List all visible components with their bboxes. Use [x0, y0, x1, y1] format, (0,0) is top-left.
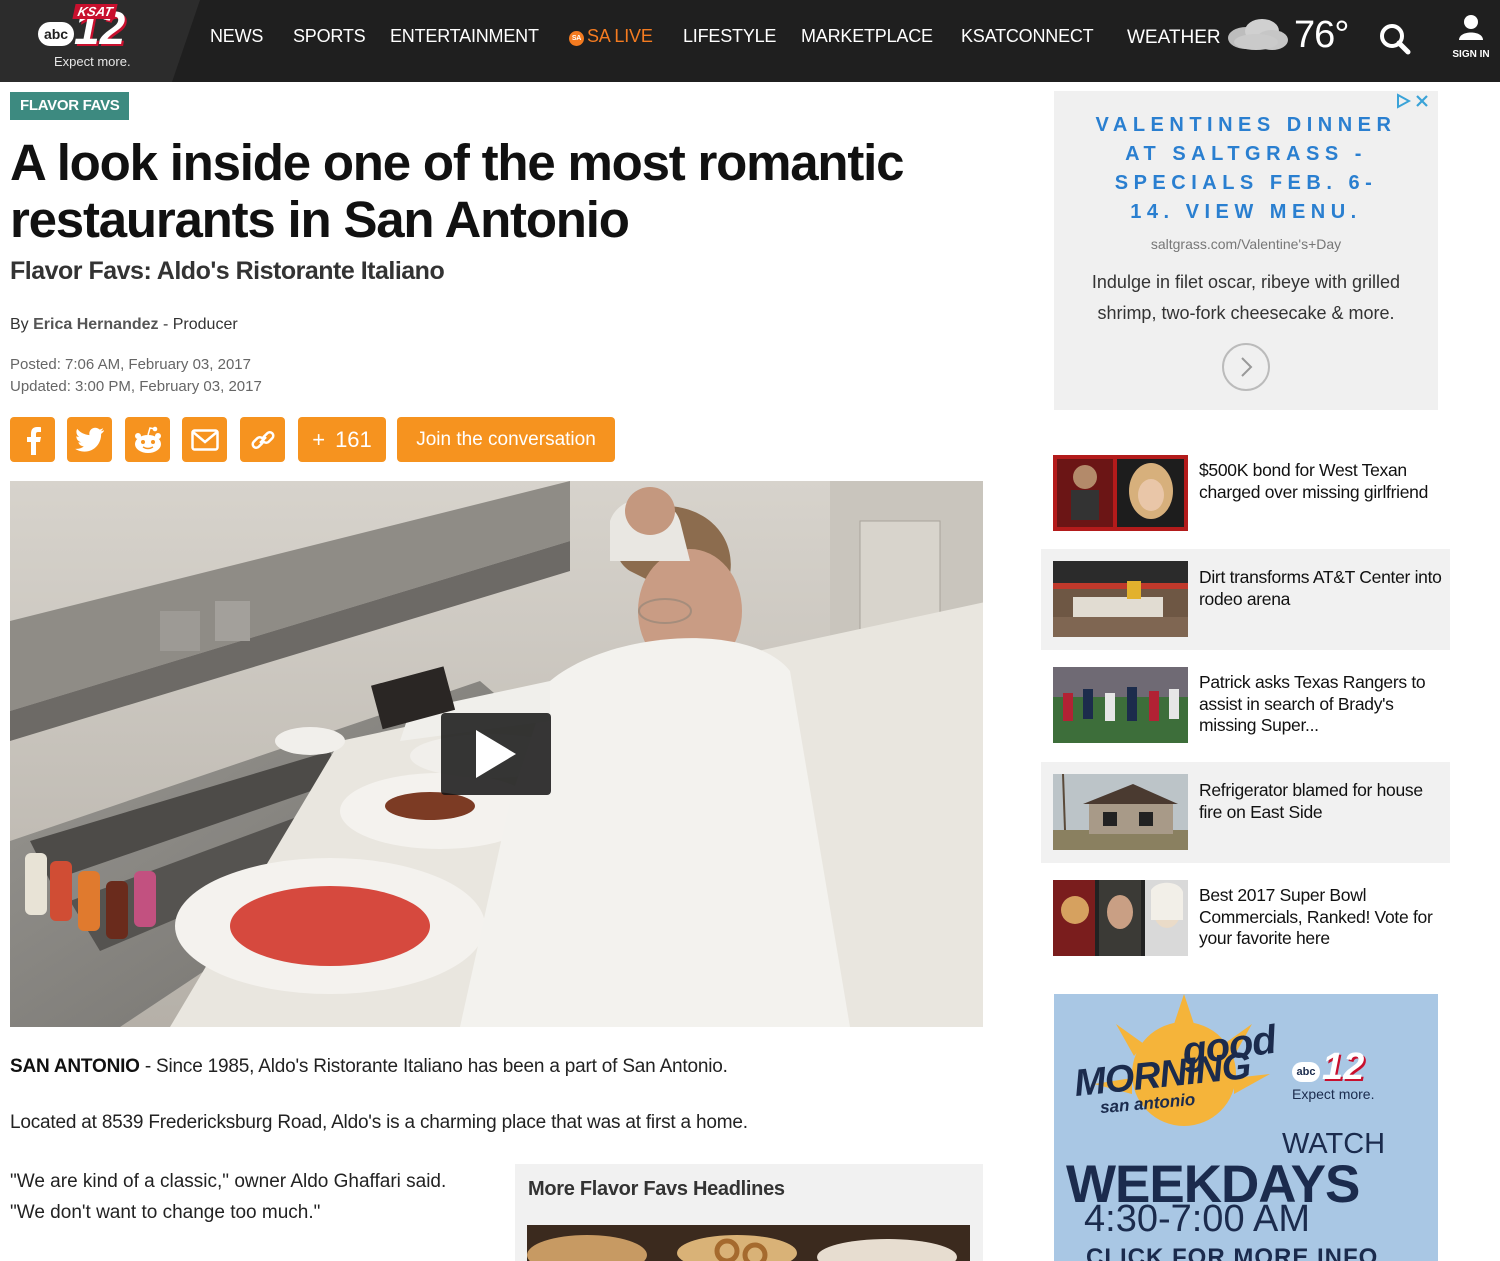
- arena-image: [1053, 561, 1188, 637]
- story-item[interactable]: Dirt transforms AT&T Center into rodeo a…: [1041, 549, 1450, 650]
- story-item[interactable]: Best 2017 Super Bowl Commercials, Ranked…: [1041, 880, 1450, 981]
- quote-line-1: "We are kind of a classic," owner Aldo G…: [10, 1171, 447, 1192]
- story-thumbnail: [1053, 455, 1188, 531]
- close-ad-icon[interactable]: [1414, 93, 1430, 109]
- email-icon: [190, 428, 219, 451]
- share-reddit-button[interactable]: [125, 417, 170, 462]
- food-image: [527, 1225, 970, 1261]
- story-thumbnail: [1053, 880, 1188, 956]
- more-headlines-box: More Flavor Favs Headlines: [515, 1164, 983, 1261]
- ad-time-text: 4:30-7:00 AM: [1084, 1198, 1311, 1240]
- byline: By Erica Hernandez - Producer: [10, 316, 238, 334]
- article-subhead: Flavor Favs: Aldo's Ristorante Italiano: [10, 257, 445, 285]
- copy-link-button[interactable]: [240, 417, 285, 462]
- sa-live-icon: SA: [569, 31, 584, 46]
- ad-arrow-button[interactable]: [1222, 343, 1270, 391]
- ad-headline: VALENTINES DINNER AT SALTGRASS - SPECIAL…: [1095, 114, 1397, 223]
- facebook-icon: [26, 426, 41, 455]
- logo-tagline: Expect more.: [54, 54, 131, 69]
- updated-date: Updated: 3:00 PM, February 03, 2017: [10, 378, 262, 395]
- football-image: [1053, 667, 1188, 743]
- story-item[interactable]: Refrigerator blamed for house fire on Ea…: [1041, 762, 1450, 863]
- commercials-image: [1053, 880, 1188, 956]
- sign-in-button[interactable]: SIGN IN: [1446, 14, 1496, 64]
- sign-in-label: SIGN IN: [1452, 49, 1490, 60]
- adchoices-icon[interactable]: [1395, 93, 1411, 109]
- nav-news[interactable]: NEWS: [210, 26, 263, 52]
- plus-icon: +: [312, 426, 326, 452]
- video-player[interactable]: [10, 481, 983, 1027]
- nav-sa-live-label: SA LIVE: [587, 26, 653, 46]
- share-count: 161: [335, 426, 372, 452]
- house-fire-image: [1053, 774, 1188, 850]
- play-icon: [476, 730, 516, 778]
- dateline: SAN ANTONIO: [10, 1056, 140, 1077]
- abc-logo: abc: [1292, 1062, 1320, 1082]
- ad-body: Indulge in filet oscar, ribeye with gril…: [1091, 272, 1401, 323]
- video-play-button[interactable]: [441, 713, 551, 795]
- more-headlines-thumbnail[interactable]: [527, 1225, 970, 1261]
- paragraph-1-text: - Since 1985, Aldo's Ristorante Italiano…: [139, 1056, 728, 1077]
- nav-entertainment[interactable]: ENTERTAINMENT: [390, 26, 539, 52]
- story-thumbnail: [1053, 561, 1188, 637]
- byline-prefix: By: [10, 316, 29, 333]
- nav-sports[interactable]: SPORTS: [293, 26, 366, 52]
- posted-date: Posted: 7:06 AM, February 03, 2017: [10, 356, 251, 373]
- join-conversation-button[interactable]: Join the conversation: [397, 417, 615, 462]
- ad-logo-tagline: Expect more.: [1292, 1086, 1375, 1102]
- search-icon: [1380, 24, 1411, 55]
- author-role: - Producer: [162, 316, 238, 333]
- twitter-icon: [74, 427, 104, 452]
- abc-logo: abc: [38, 22, 74, 46]
- reddit-icon: [134, 426, 161, 453]
- cloud-icon: [1228, 19, 1288, 50]
- nav-sa-live[interactable]: SA SA LIVE: [569, 26, 653, 52]
- story-thumbnail: [1053, 667, 1188, 743]
- ksat-wordmark: KSAT: [72, 4, 119, 19]
- nav-marketplace[interactable]: MARKETPLACE: [801, 26, 933, 52]
- site-logo[interactable]: abc 12 KSAT Expect more.: [0, 0, 200, 82]
- ad-choices[interactable]: [1395, 93, 1430, 109]
- article-headline: A look inside one of the most romantic r…: [10, 134, 904, 248]
- author-link[interactable]: Erica Hernandez: [33, 316, 158, 333]
- saltgrass-ad[interactable]: VALENTINES DINNER AT SALTGRASS - SPECIAL…: [1054, 91, 1438, 410]
- user-icon: [1459, 15, 1483, 40]
- article-dates: Posted: 7:06 AM, February 03, 2017 Updat…: [10, 354, 262, 398]
- nav-lifestyle[interactable]: LIFESTYLE: [683, 26, 776, 52]
- story-title[interactable]: Patrick asks Texas Rangers to assist in …: [1199, 672, 1444, 737]
- channel-number: 12: [1322, 1046, 1365, 1088]
- story-title[interactable]: $500K bond for West Texan charged over m…: [1199, 460, 1444, 503]
- mugshots-image: [1053, 455, 1188, 531]
- story-title[interactable]: Dirt transforms AT&T Center into rodeo a…: [1199, 567, 1444, 610]
- article-quote: "We are kind of a classic," owner Aldo G…: [10, 1166, 500, 1228]
- ad-cta[interactable]: CLICK FOR MORE INFO: [1086, 1244, 1378, 1261]
- share-email-button[interactable]: [182, 417, 227, 462]
- story-item[interactable]: Patrick asks Texas Rangers to assist in …: [1041, 667, 1450, 768]
- search-button[interactable]: [1378, 22, 1412, 56]
- share-facebook-button[interactable]: [10, 417, 55, 462]
- share-count-button[interactable]: + 161: [298, 417, 386, 462]
- story-title[interactable]: Refrigerator blamed for house fire on Ea…: [1199, 780, 1444, 823]
- temperature-readout[interactable]: 76°: [1294, 14, 1349, 57]
- story-title[interactable]: Best 2017 Super Bowl Commercials, Ranked…: [1199, 885, 1444, 950]
- category-badge[interactable]: FLAVOR FAVS: [10, 92, 130, 120]
- story-item[interactable]: $500K bond for West Texan charged over m…: [1041, 455, 1450, 556]
- more-headlines-title: More Flavor Favs Headlines: [528, 1178, 785, 1200]
- nav-ksatconnect[interactable]: KSATCONNECT: [961, 26, 1094, 52]
- article-paragraph-2: Located at 8539 Fredericksburg Road, Ald…: [10, 1112, 748, 1133]
- ksat-ad-logo: abc 12 Expect more.: [1292, 1046, 1392, 1102]
- top-navigation-bar: abc 12 KSAT Expect more. NEWS SPORTS ENT…: [0, 0, 1500, 82]
- ad-url: saltgrass.com/Valentine's+Day: [1150, 236, 1342, 252]
- share-twitter-button[interactable]: [67, 417, 112, 462]
- article-paragraph-1: SAN ANTONIO - Since 1985, Aldo's Ristora…: [10, 1056, 728, 1078]
- nav-weather[interactable]: WEATHER: [1127, 27, 1221, 49]
- story-thumbnail: [1053, 774, 1188, 850]
- quote-line-2: "We don't want to change too much.": [10, 1202, 321, 1223]
- good-morning-sa-ad[interactable]: good MORNING san antonio abc 12 Expect m…: [1054, 994, 1438, 1261]
- link-icon: [250, 430, 275, 449]
- chevron-right-icon: [1241, 357, 1253, 377]
